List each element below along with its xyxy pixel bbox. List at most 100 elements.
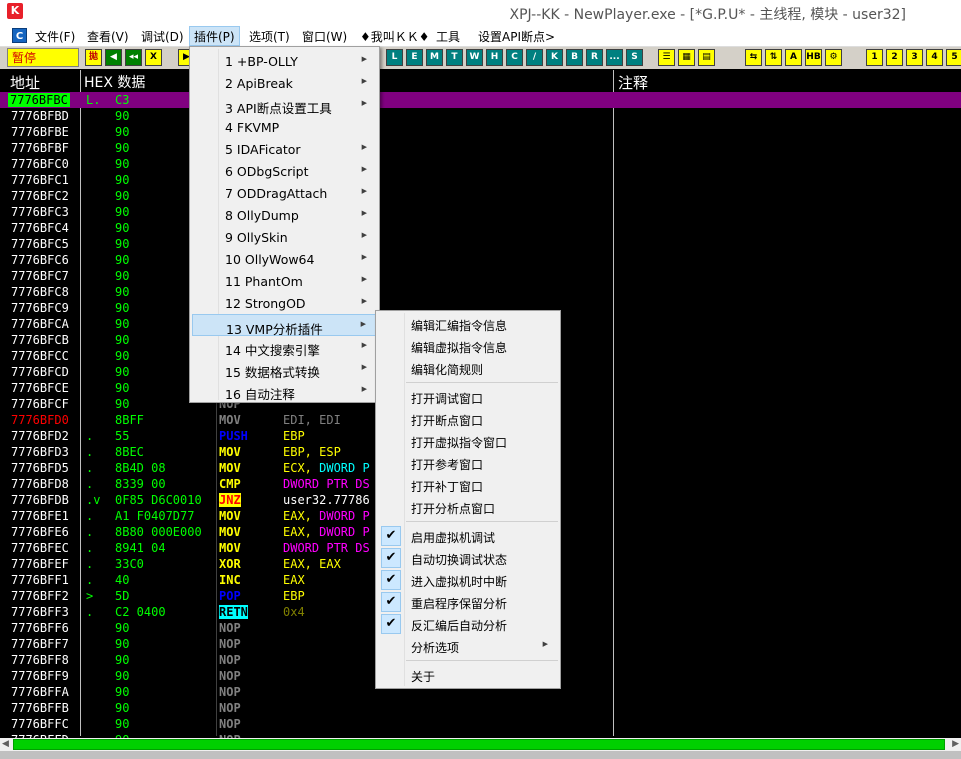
scroll-thumb[interactable] bbox=[13, 739, 945, 750]
toolbar-button[interactable]: 1 bbox=[866, 49, 883, 66]
table-row[interactable]: 7776BFFC 90 NOP bbox=[0, 716, 961, 732]
table-row[interactable]: 7776BFFB 90 NOP bbox=[0, 700, 961, 716]
menu-debug[interactable]: 调试(D) bbox=[141, 28, 184, 45]
plugin-menu-item[interactable]: 12 StrongOD ▶ bbox=[192, 292, 377, 314]
toolbar-button[interactable]: L bbox=[386, 49, 403, 66]
vmp-menu-item[interactable]: ✔ 进入虚拟机时中断 bbox=[378, 569, 558, 591]
menu-kk[interactable]: ♦我叫ＫＫ♦ bbox=[360, 28, 430, 45]
toolbar-button[interactable]: ▤ bbox=[698, 49, 715, 66]
menu-window[interactable]: 窗口(W) bbox=[302, 28, 347, 45]
vmp-menu-item[interactable]: 打开调试窗口 bbox=[378, 386, 558, 408]
menu-set-api-breakpoint[interactable]: 设置API断点> bbox=[478, 28, 555, 45]
vmp-menu-item[interactable]: 编辑汇编指令信息 bbox=[378, 313, 558, 335]
app-c-icon[interactable]: C bbox=[12, 28, 27, 43]
toolbar-button[interactable]: C bbox=[506, 49, 523, 66]
menu-tools[interactable]: 工具 bbox=[436, 28, 460, 45]
menu-plugins[interactable]: 插件(P) bbox=[189, 26, 240, 46]
vmp-menu-item[interactable]: ✔ 启用虚拟机调试 bbox=[378, 525, 558, 547]
toolbar-button[interactable]: B bbox=[566, 49, 583, 66]
table-row[interactable]: 7776BFC6 90 bbox=[0, 252, 961, 268]
menu-file[interactable]: 文件(F) bbox=[35, 28, 75, 45]
scroll-right-icon[interactable]: ▶ bbox=[952, 739, 959, 749]
toolbar-button[interactable]: ☰ bbox=[658, 49, 675, 66]
table-row[interactable]: 7776BFC3 90 bbox=[0, 204, 961, 220]
table-row[interactable]: 7776BFBF 90 bbox=[0, 140, 961, 156]
toolbar-button[interactable]: ... bbox=[606, 49, 623, 66]
toolbar-button[interactable]: T bbox=[446, 49, 463, 66]
checkmark-icon: ✔ bbox=[381, 592, 401, 612]
toolbar-button[interactable]: HB bbox=[805, 49, 822, 66]
table-row[interactable]: 7776BFBC L. C3 bbox=[0, 92, 961, 108]
vmp-menu-item[interactable]: 编辑化简规则 bbox=[378, 357, 558, 379]
app-k-icon[interactable]: K bbox=[7, 3, 23, 19]
vmp-menu-item[interactable]: ✔ 重启程序保留分析 bbox=[378, 591, 558, 613]
toolbar-button[interactable]: 4 bbox=[926, 49, 943, 66]
plugin-menu-item[interactable]: 3 API断点设置工具 ▶ bbox=[192, 94, 377, 116]
toolbar-button[interactable]: R bbox=[586, 49, 603, 66]
table-row[interactable]: 7776BFC2 90 bbox=[0, 188, 961, 204]
plugin-menu-item[interactable]: 15 数据格式转换 ▶ bbox=[192, 358, 377, 380]
column-address[interactable]: 地址 bbox=[10, 72, 40, 93]
toolbar-button[interactable]: ◀ bbox=[105, 49, 122, 66]
toolbar-button[interactable]: A bbox=[785, 49, 802, 66]
vmp-menu-item[interactable]: 关于 bbox=[378, 664, 558, 686]
plugin-menu-item[interactable]: 10 OllyWow64 ▶ bbox=[192, 248, 377, 270]
plugin-menu-item[interactable]: 4 FKVMP bbox=[192, 116, 377, 138]
plugin-menu-item[interactable]: 2 ApiBreak ▶ bbox=[192, 72, 377, 94]
menu-bar: C 文件(F) 查看(V) 调试(D) 插件(P) 选项(T) 窗口(W) ♦我… bbox=[0, 25, 961, 47]
vmp-menu-item[interactable]: ✔ 反汇编后自动分析 bbox=[378, 613, 558, 635]
vmp-menu-item[interactable]: 编辑虚拟指令信息 bbox=[378, 335, 558, 357]
vmp-menu-item[interactable]: 打开虚拟指令窗口 bbox=[378, 430, 558, 452]
plugin-menu-item[interactable]: 9 OllySkin ▶ bbox=[192, 226, 377, 248]
row-address: 7776BFD8 bbox=[11, 477, 69, 491]
plugin-menu-item[interactable]: 16 自动注释 ▶ bbox=[192, 380, 377, 402]
table-row[interactable]: 7776BFC0 90 bbox=[0, 156, 961, 172]
toolbar-button[interactable]: M bbox=[426, 49, 443, 66]
toolbar-button[interactable]: 2 bbox=[886, 49, 903, 66]
menu-options[interactable]: 选项(T) bbox=[249, 28, 290, 45]
plugin-menu-item[interactable]: 13 VMP分析插件 ▶ bbox=[192, 314, 377, 337]
table-row[interactable]: 7776BFC5 90 bbox=[0, 236, 961, 252]
toolbar-button[interactable]: ◂◂ bbox=[125, 49, 142, 66]
toolbar-button[interactable]: 3 bbox=[906, 49, 923, 66]
toolbar-button[interactable]: K bbox=[546, 49, 563, 66]
vmp-menu-item-label: 反汇编后自动分析 bbox=[411, 619, 508, 633]
vmp-menu-item[interactable]: 打开补丁窗口 bbox=[378, 474, 558, 496]
plugin-menu-item[interactable]: 6 ODbgScript ▶ bbox=[192, 160, 377, 182]
table-row[interactable]: 7776BFBD 90 bbox=[0, 108, 961, 124]
plugin-menu-item[interactable]: 1 +BP-OLLY ▶ bbox=[192, 50, 377, 72]
toolbar-button[interactable]: S bbox=[626, 49, 643, 66]
toolbar-button[interactable]: ⇅ bbox=[765, 49, 782, 66]
vmp-menu-item[interactable]: ✔ 自动切换调试状态 bbox=[378, 547, 558, 569]
menu-view[interactable]: 查看(V) bbox=[87, 28, 129, 45]
horizontal-scrollbar[interactable]: ◀ ▶ bbox=[0, 738, 961, 751]
table-row[interactable]: 7776BFC4 90 bbox=[0, 220, 961, 236]
toolbar-button[interactable]: H bbox=[486, 49, 503, 66]
vmp-menu-item[interactable]: 打开断点窗口 bbox=[378, 408, 558, 430]
row-hex: 8B80 000E000 bbox=[115, 525, 202, 539]
toolbar-button[interactable]: ⚙ bbox=[825, 49, 842, 66]
plugin-menu-item[interactable]: 11 PhantOm ▶ bbox=[192, 270, 377, 292]
toolbar-button[interactable]: 5 bbox=[946, 49, 961, 66]
toolbar-button[interactable]: W bbox=[466, 49, 483, 66]
column-comment[interactable]: 注释 bbox=[618, 72, 648, 93]
toolbar-button[interactable]: 拋 bbox=[85, 49, 102, 66]
plugin-menu-item[interactable]: 8 OllyDump ▶ bbox=[192, 204, 377, 226]
vmp-menu-item[interactable]: 分析选项 ▶ bbox=[378, 635, 558, 657]
toolbar-button[interactable]: X bbox=[145, 49, 162, 66]
toolbar-button[interactable]: ⇆ bbox=[745, 49, 762, 66]
table-row[interactable]: 7776BFBE 90 bbox=[0, 124, 961, 140]
scroll-left-icon[interactable]: ◀ bbox=[2, 739, 9, 749]
toolbar-button[interactable]: / bbox=[526, 49, 543, 66]
vmp-menu-item[interactable]: 打开参考窗口 bbox=[378, 452, 558, 474]
plugin-menu-item[interactable]: 5 IDAFicator ▶ bbox=[192, 138, 377, 160]
vmp-menu-item[interactable]: 打开分析点窗口 bbox=[378, 496, 558, 518]
table-row[interactable]: 7776BFC1 90 bbox=[0, 172, 961, 188]
table-row[interactable]: 7776BFC8 90 bbox=[0, 284, 961, 300]
plugin-menu-item[interactable]: 14 中文搜索引擎 ▶ bbox=[192, 336, 377, 358]
column-hex[interactable]: HEX 数据 bbox=[84, 72, 145, 92]
toolbar-button[interactable]: ▦ bbox=[678, 49, 695, 66]
toolbar-button[interactable]: E bbox=[406, 49, 423, 66]
plugin-menu-item[interactable]: 7 ODDragAttach ▶ bbox=[192, 182, 377, 204]
table-row[interactable]: 7776BFC7 90 bbox=[0, 268, 961, 284]
